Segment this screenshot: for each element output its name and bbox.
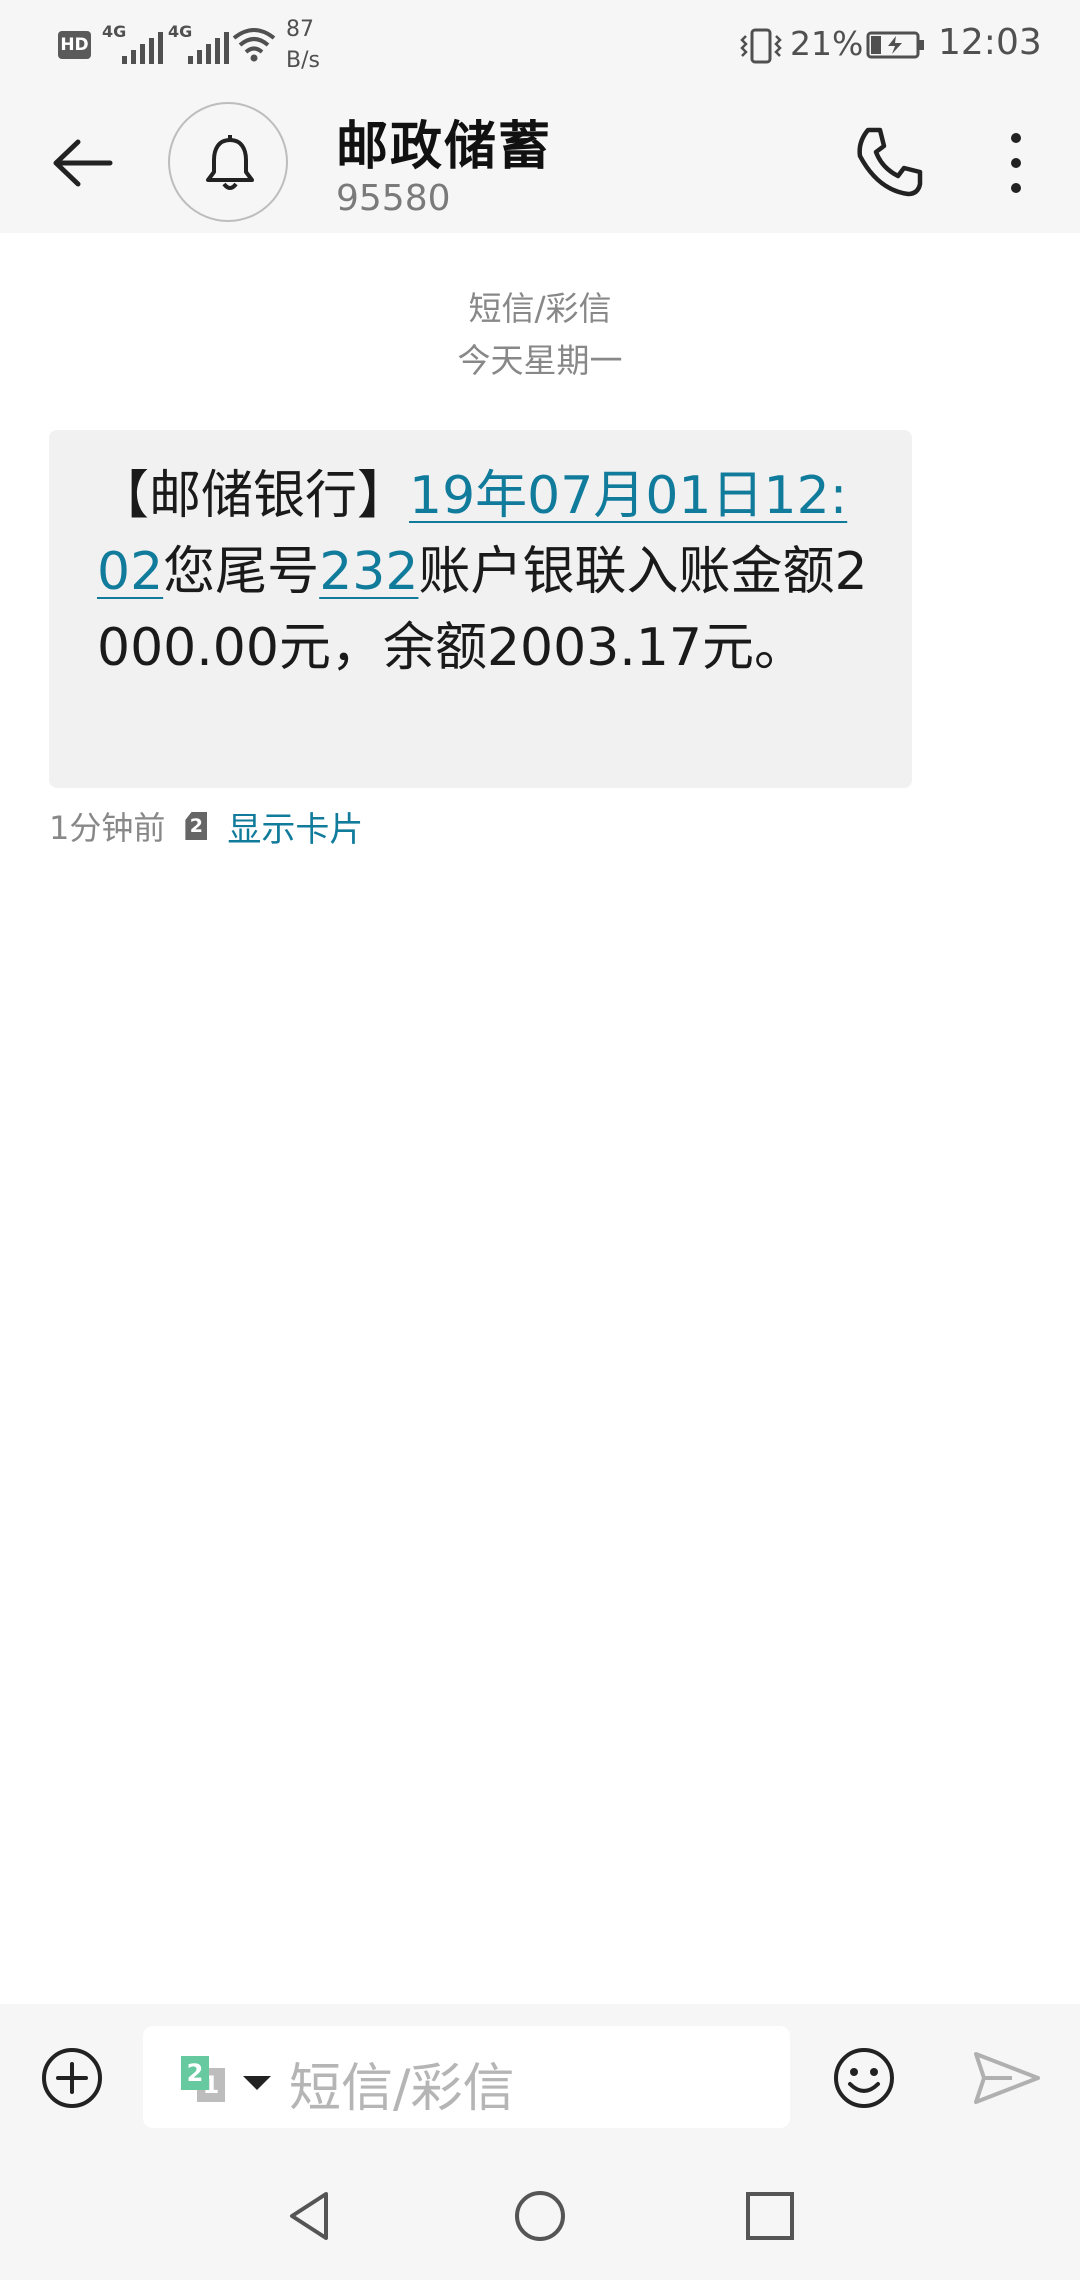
message-bubble[interactable]: 【邮储银行】19年07月01日12:02您尾号232账户银联入账金额2000.0… — [49, 430, 912, 788]
message-input[interactable]: 1 2 短信/彩信 — [143, 2026, 790, 2128]
status-clock: 12:03 — [938, 22, 1042, 63]
contact-name: 邮政储蓄 — [336, 117, 553, 177]
wifi-icon — [232, 28, 276, 62]
nav-home-icon[interactable] — [512, 2188, 568, 2244]
network-speed-unit: B/s — [286, 48, 320, 73]
back-arrow-icon[interactable] — [48, 128, 118, 198]
bell-icon — [206, 135, 254, 190]
network-speed-value: 87 — [286, 17, 314, 42]
input-placeholder: 短信/彩信 — [289, 2059, 515, 2119]
system-nav-bar — [0, 2150, 1080, 2280]
battery-percent: 21% — [790, 24, 864, 63]
status-bar: HD 4G 4G 87 B/s 21% 12:03 — [0, 0, 1080, 90]
message-meta: 1分钟前 2 显示卡片 — [49, 802, 363, 850]
chevron-down-icon — [243, 2076, 271, 2090]
nav-back-icon[interactable] — [282, 2188, 338, 2244]
emoji-icon[interactable] — [832, 2046, 896, 2110]
signal-icon: 4G — [102, 22, 168, 64]
compose-bar: 1 2 短信/彩信 — [0, 2004, 1080, 2150]
avatar[interactable] — [168, 102, 288, 222]
message-time: 1分钟前 — [49, 809, 166, 847]
hd-badge: HD — [58, 31, 91, 59]
sim-card-icon: 2 — [185, 812, 208, 840]
sim-selector[interactable]: 1 2 — [181, 2056, 281, 2102]
send-icon[interactable] — [972, 2048, 1042, 2108]
date-separator: 今天星期一 — [457, 341, 623, 380]
message-type-label: 短信/彩信 — [468, 289, 612, 328]
signal-icon: 4G — [168, 22, 234, 64]
contact-number: 95580 — [336, 178, 451, 219]
vibrate-icon — [740, 28, 782, 64]
show-card-link[interactable]: 显示卡片 — [227, 802, 363, 851]
battery-charging-icon — [866, 31, 924, 59]
nav-recent-icon[interactable] — [742, 2188, 798, 2244]
network-speed: 87 B/s — [286, 14, 336, 76]
add-circle-icon[interactable] — [40, 2046, 104, 2110]
sim-card-icon: 2 — [181, 2056, 209, 2090]
conversation-header: 邮政储蓄 95580 — [0, 90, 1080, 233]
more-vertical-icon[interactable] — [996, 128, 1036, 198]
phone-icon[interactable] — [852, 124, 928, 200]
number-link[interactable]: 232 — [319, 542, 418, 602]
message-text: 您尾号 — [163, 542, 320, 602]
message-text: 【邮储银行】 — [97, 466, 410, 526]
